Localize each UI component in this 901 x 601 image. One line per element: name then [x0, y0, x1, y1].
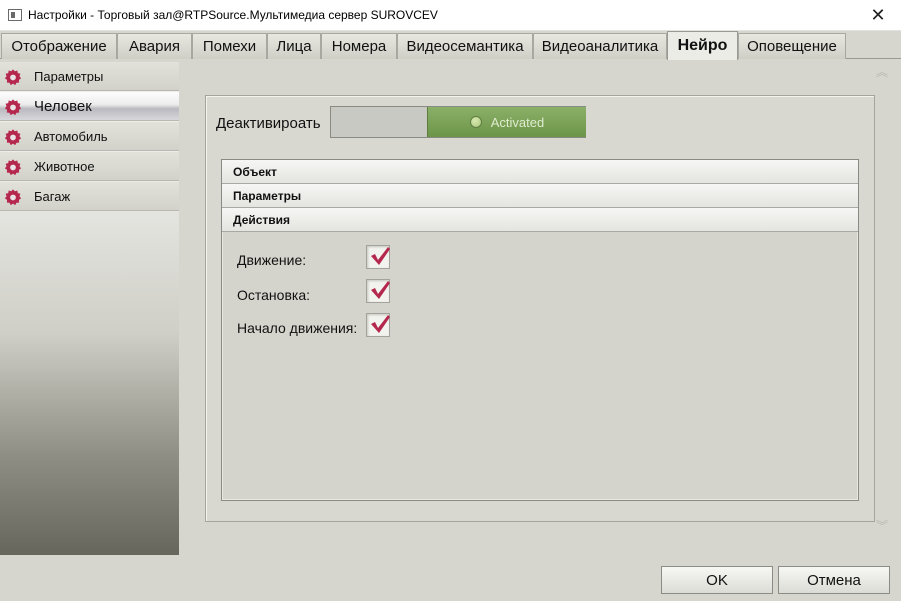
tab-faces[interactable]: Лица: [267, 33, 321, 59]
tab-video-semantics[interactable]: Видеосемантика: [397, 33, 533, 59]
checkmark-icon: [371, 247, 390, 265]
status-led-icon: [469, 116, 482, 128]
gear-icon: [4, 69, 22, 86]
tab-neuro[interactable]: Нейро: [667, 31, 738, 60]
tab-bar: Отображение Авария Помехи Лица Номера Ви…: [0, 31, 901, 60]
checkmark-icon: [371, 281, 390, 299]
section-label: Объект: [233, 164, 277, 179]
sidebar: Параметры Человек Автомобиль Животное Ба…: [0, 62, 179, 555]
sidebar-item-label: Багаж: [34, 188, 71, 204]
toggle-on-segment[interactable]: Activated: [427, 107, 586, 137]
stop-checkbox[interactable]: [366, 279, 390, 303]
gear-icon: [4, 129, 22, 146]
sidebar-item-car[interactable]: Автомобиль: [0, 122, 179, 151]
motion-start-label: Начало движения:: [237, 320, 358, 336]
tab-alarm[interactable]: Авария: [117, 33, 192, 59]
deactivate-label: Деактивироать: [216, 115, 321, 132]
scroll-up-icon[interactable]: ︽: [873, 66, 891, 78]
cancel-button[interactable]: Отмена: [778, 566, 890, 594]
section-label: Действия: [233, 212, 291, 227]
scroll-down-icon[interactable]: ︾: [873, 520, 891, 532]
close-button[interactable]: ✕: [855, 0, 901, 31]
sidebar-item-parameters[interactable]: Параметры: [0, 62, 179, 91]
motion-checkbox[interactable]: [366, 245, 390, 269]
activation-toggle[interactable]: Activated: [330, 106, 586, 138]
tab-video-analytics[interactable]: Видеоаналитика: [533, 33, 667, 59]
sidebar-item-label: Автомобиль: [34, 128, 108, 144]
title-bar: Настройки - Торговый зал@RTPSource.Мульт…: [0, 0, 901, 31]
app-icon: [8, 9, 22, 21]
tab-plates[interactable]: Номера: [321, 33, 397, 59]
sidebar-item-label: Человек: [34, 97, 92, 115]
sidebar-item-label: Животное: [34, 158, 95, 174]
section-actions[interactable]: Действия: [222, 208, 858, 232]
tab-display[interactable]: Отображение: [1, 33, 117, 59]
gear-icon: [4, 159, 22, 176]
checkmark-icon: [371, 315, 390, 333]
ok-button[interactable]: OK: [661, 566, 773, 594]
motion-label: Движение:: [237, 252, 307, 268]
gear-icon: [4, 189, 22, 206]
toggle-state-label: Activated: [490, 114, 545, 130]
sidebar-item-person[interactable]: Человек: [0, 92, 179, 121]
sidebar-item-label: Параметры: [34, 68, 104, 84]
section-parameters[interactable]: Параметры: [222, 184, 858, 208]
stop-label: Остановка:: [237, 287, 310, 303]
gear-icon: [4, 99, 22, 116]
tab-interference[interactable]: Помехи: [192, 33, 267, 59]
section-label: Параметры: [233, 188, 302, 203]
section-object[interactable]: Объект: [222, 160, 858, 184]
tab-notification[interactable]: Оповещение: [738, 33, 846, 59]
close-icon[interactable]: ✕: [870, 5, 885, 26]
sidebar-item-luggage[interactable]: Багаж: [0, 182, 179, 211]
motion-start-checkbox[interactable]: [366, 313, 390, 337]
window-title: Настройки - Торговый зал@RTPSource.Мульт…: [28, 8, 438, 22]
sidebar-item-animal[interactable]: Животное: [0, 152, 179, 181]
